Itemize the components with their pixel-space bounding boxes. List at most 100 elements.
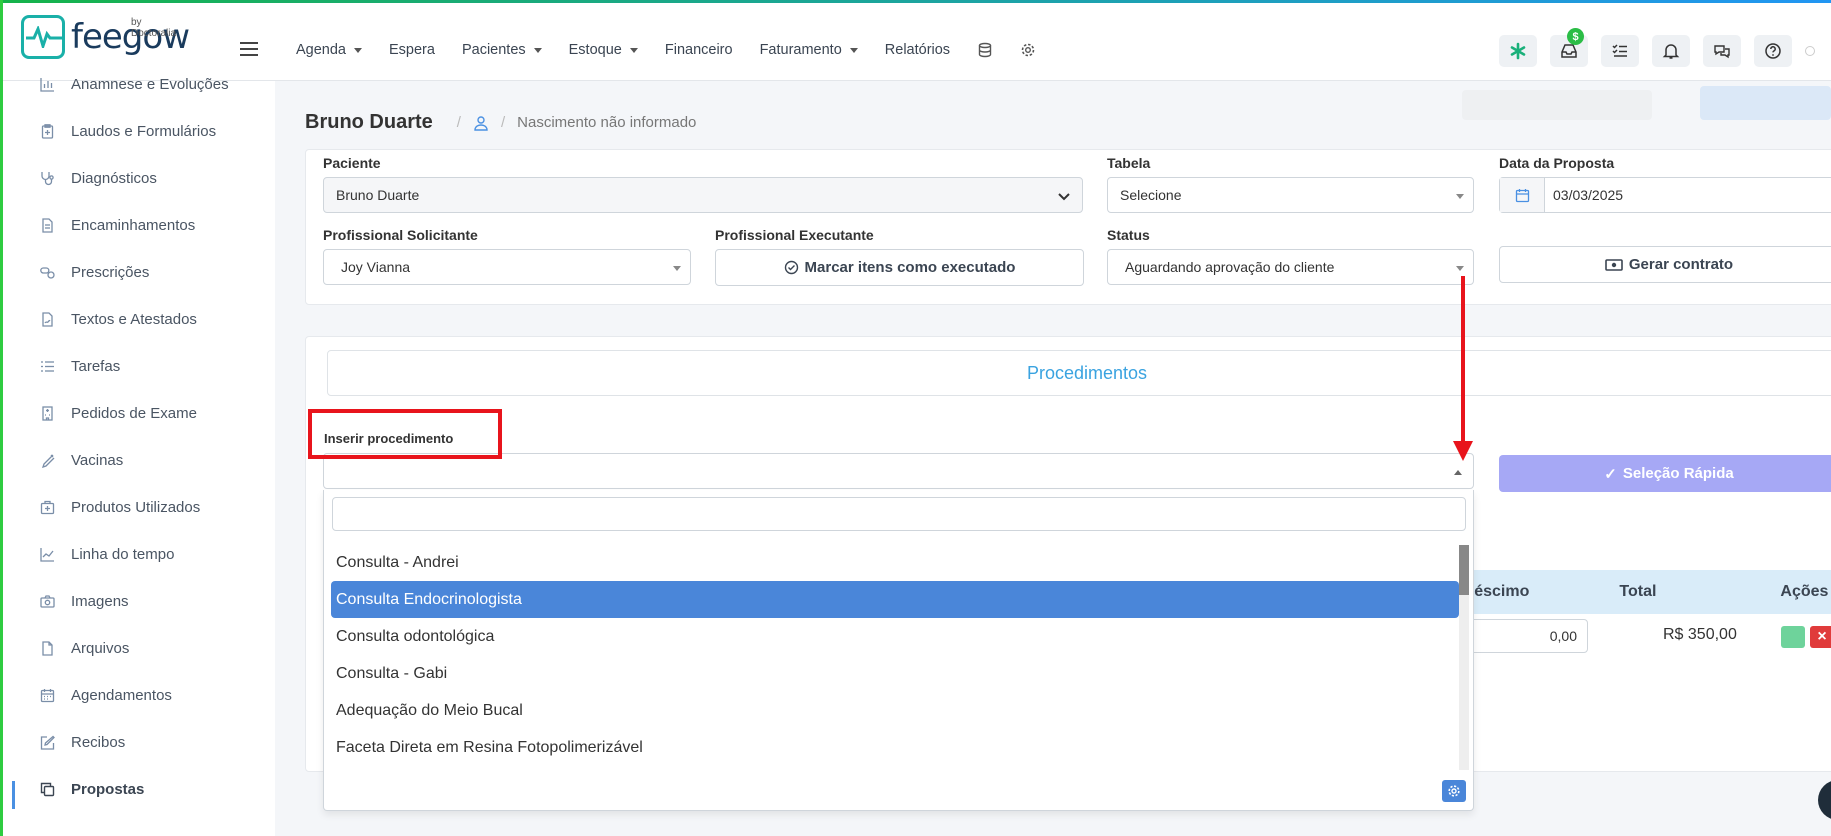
caret-down-icon	[673, 266, 681, 271]
camera-icon	[40, 595, 55, 608]
brand-by: by Doctoralia	[131, 17, 177, 39]
executante-label: Profissional Executante	[715, 227, 874, 243]
caret-down-icon	[849, 47, 858, 53]
menu-pacientes[interactable]: Pacientes	[462, 42, 542, 58]
data-proposta-label: Data da Proposta	[1499, 155, 1615, 171]
dropdown-option[interactable]: Consulta - Andrei	[331, 544, 1459, 581]
procedures-table-header: réscimo Total Ações	[1460, 570, 1831, 614]
paciente-select[interactable]: Bruno Duarte	[323, 177, 1083, 213]
status-label: Status	[1107, 227, 1150, 243]
sidebar-item-imagens[interactable]: Imagens	[40, 593, 129, 610]
status-select[interactable]: Aguardando aprovação do cliente	[1107, 249, 1474, 285]
sidebar-item-encaminhamentos[interactable]: Encaminhamentos	[40, 217, 195, 234]
sidebar-item-recibos[interactable]: Recibos	[40, 734, 125, 751]
line-chart-icon	[40, 548, 54, 562]
selecao-rapida-button[interactable]: ✓ Seleção Rápida	[1499, 455, 1831, 492]
dropdown-search-input[interactable]	[332, 497, 1466, 531]
breadcrumb-separator: /	[500, 114, 506, 131]
help-icon[interactable]	[1754, 35, 1792, 67]
birth-info: Nascimento não informado	[517, 114, 697, 131]
sidebar-item-prescricoes[interactable]: Prescrições	[40, 264, 149, 281]
pills-icon	[40, 267, 55, 279]
clipboard-icon	[41, 124, 54, 139]
chart-icon	[40, 78, 54, 92]
dropdown-option[interactable]: Adequação do Meio Bucal	[331, 692, 1459, 729]
logo-mark-icon	[21, 15, 65, 59]
main-menu: Agenda Espera Pacientes Estoque Financei…	[296, 42, 1036, 58]
sidebar-item-vacinas[interactable]: Vacinas	[40, 452, 123, 469]
syringe-icon	[41, 454, 55, 468]
dollar-badge: $	[1567, 28, 1584, 45]
schedule-calendar-icon[interactable]	[1781, 626, 1805, 648]
settings-gear-icon[interactable]	[1020, 42, 1036, 58]
patient-name-title: Bruno Duarte	[305, 111, 433, 133]
sidebar-item-propostas[interactable]: Propostas	[40, 781, 144, 798]
asterisk-icon[interactable]	[1499, 35, 1537, 67]
sidebar-item-textos[interactable]: Textos e Atestados	[40, 311, 197, 328]
solicitante-select[interactable]: Joy Vianna	[323, 249, 691, 285]
building-icon	[42, 406, 53, 421]
menu-faturamento[interactable]: Faturamento	[760, 42, 858, 58]
row-total: R$ 350,00	[1663, 626, 1737, 643]
money-bill-icon	[1605, 258, 1623, 271]
hamburger-menu-icon[interactable]	[240, 42, 258, 56]
sidebar-item-arquivos[interactable]: Arquivos	[40, 640, 129, 657]
tab-procedimentos[interactable]: Procedimentos	[327, 350, 1831, 396]
sidebar-item-pedidos-exame[interactable]: Pedidos de Exame	[40, 405, 197, 422]
chat-widget-icon[interactable]	[1818, 780, 1831, 820]
tabela-select[interactable]: Selecione	[1107, 177, 1474, 213]
sidebar-item-agendamentos[interactable]: Agendamentos	[40, 687, 172, 704]
check-circle-icon	[784, 260, 798, 275]
solicitante-label: Profissional Solicitante	[323, 227, 478, 243]
sidebar-item-produtos[interactable]: Produtos Utilizados	[40, 499, 200, 516]
checklist-icon[interactable]	[1601, 35, 1639, 67]
sidebar-item-laudos[interactable]: Laudos e Formulários	[40, 123, 216, 140]
blurred-element	[1462, 90, 1652, 120]
database-icon[interactable]	[977, 42, 993, 58]
sidebar-item-tarefas[interactable]: Tarefas	[40, 358, 120, 375]
document-icon	[42, 218, 53, 233]
menu-espera[interactable]: Espera	[389, 42, 435, 58]
chat-icon[interactable]	[1703, 35, 1741, 67]
data-proposta-field[interactable]: 03/03/2025	[1499, 177, 1831, 213]
dropdown-scrollbar-thumb[interactable]	[1459, 545, 1469, 595]
chevron-down-icon	[1058, 193, 1070, 201]
breadcrumb-separator: /	[456, 114, 461, 131]
dropdown-option-selected[interactable]: Consulta Endocrinologista	[331, 581, 1459, 618]
sidebar-item-diagnosticos[interactable]: Diagnósticos	[40, 170, 157, 187]
sidebar-active-indicator	[12, 781, 15, 809]
copy-icon	[40, 782, 55, 797]
sidebar-item-anamnese[interactable]: Anamnese e Evoluções	[40, 76, 229, 93]
highlight-box-annotation	[308, 409, 502, 459]
left-accent-bar	[0, 0, 3, 836]
bell-icon[interactable]	[1652, 35, 1690, 67]
calendar-icon[interactable]	[1500, 178, 1545, 212]
stethoscope-icon	[41, 172, 54, 186]
tabela-label: Tabela	[1107, 155, 1151, 171]
red-arrow-head-annotation	[1453, 441, 1473, 461]
acrescimo-input[interactable]: 0,00	[1466, 619, 1588, 653]
menu-estoque[interactable]: Estoque	[569, 42, 638, 58]
box-icon	[40, 500, 55, 515]
gerar-contrato-button[interactable]: Gerar contrato	[1499, 246, 1831, 283]
dropdown-option[interactable]: Faceta Direta em Resina Fotopolimerizáve…	[331, 729, 1459, 766]
inbox-icon[interactable]: $	[1550, 28, 1588, 67]
data-proposta-input[interactable]: 03/03/2025	[1545, 178, 1623, 212]
menu-relatorios[interactable]: Relatórios	[885, 42, 950, 58]
dropdown-settings-gear-icon[interactable]	[1442, 780, 1466, 802]
file-icon	[42, 641, 53, 656]
dropdown-option[interactable]: Consulta - Gabi	[331, 655, 1459, 692]
marcar-executado-button[interactable]: Marcar itens como executado	[715, 249, 1084, 286]
red-arrow-annotation	[1461, 276, 1465, 443]
menu-financeiro[interactable]: Financeiro	[665, 42, 733, 58]
breadcrumb: Bruno Duarte / / Nascimento não informad…	[305, 111, 696, 134]
menu-agenda[interactable]: Agenda	[296, 42, 362, 58]
sidebar-item-linha-tempo[interactable]: Linha do tempo	[40, 546, 174, 563]
delete-x-icon[interactable]: ×	[1810, 626, 1831, 648]
edit-icon	[40, 735, 55, 750]
dropdown-option[interactable]: Consulta odontológica	[331, 618, 1459, 655]
feegow-logo[interactable]: feegow by Doctoralia	[21, 15, 190, 59]
caret-down-icon	[1456, 266, 1464, 271]
caret-down-icon	[629, 47, 638, 53]
user-icon	[474, 115, 488, 131]
